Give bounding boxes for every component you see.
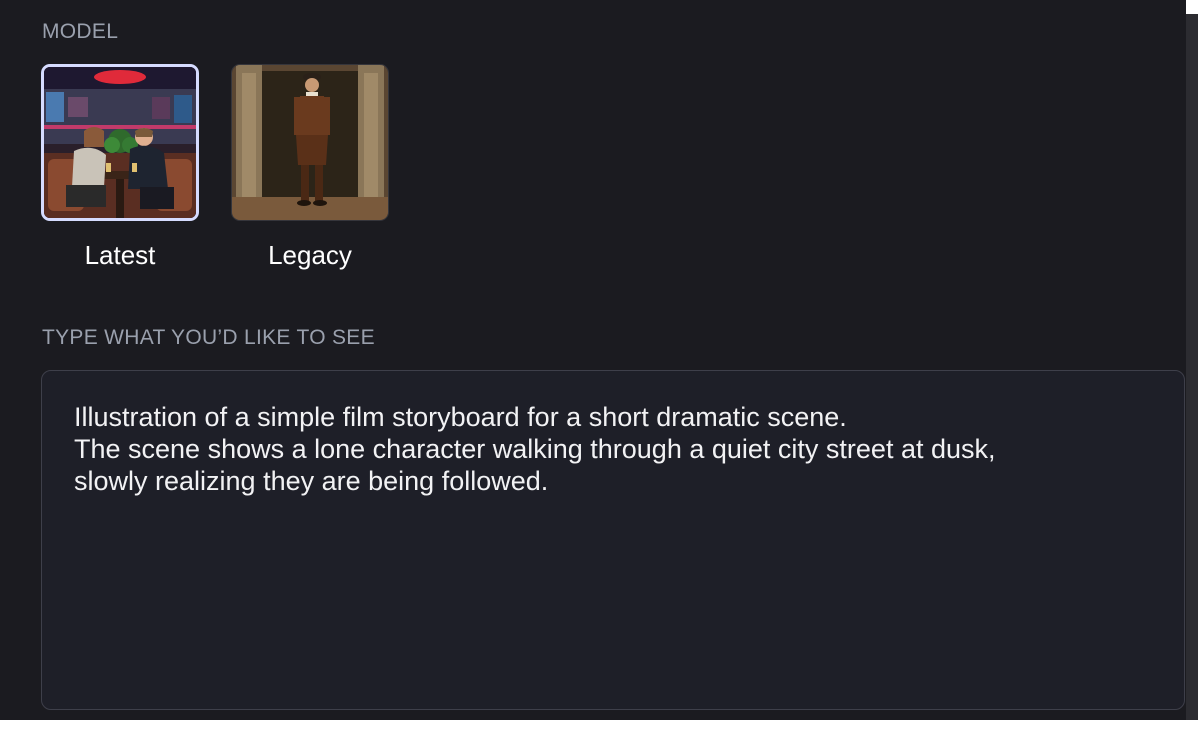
model-option-legacy[interactable] (231, 64, 389, 221)
latest-thumbnail (44, 67, 196, 218)
legacy-thumbnail (232, 65, 388, 220)
prompt-section-label: TYPE WHAT YOU’D LIKE TO SEE (42, 326, 375, 349)
prompt-textarea[interactable]: Illustration of a simple film storyboard… (41, 370, 1185, 710)
model-option-legacy-label[interactable]: Legacy (230, 240, 390, 271)
model-section-label: MODEL (42, 20, 119, 43)
prompt-text-line: slowly realizing they are being followed… (74, 466, 549, 496)
prompt-text-line: Illustration of a simple film storyboard… (74, 402, 847, 432)
vertical-scrollbar[interactable] (1186, 14, 1198, 720)
model-option-latest[interactable] (41, 64, 199, 221)
prompt-text-line: The scene shows a lone character walking… (74, 434, 996, 464)
model-settings-panel: MODEL Latest Legacy TYPE WHAT YOU’D LIKE… (0, 0, 1186, 720)
model-option-latest-label[interactable]: Latest (40, 240, 200, 271)
